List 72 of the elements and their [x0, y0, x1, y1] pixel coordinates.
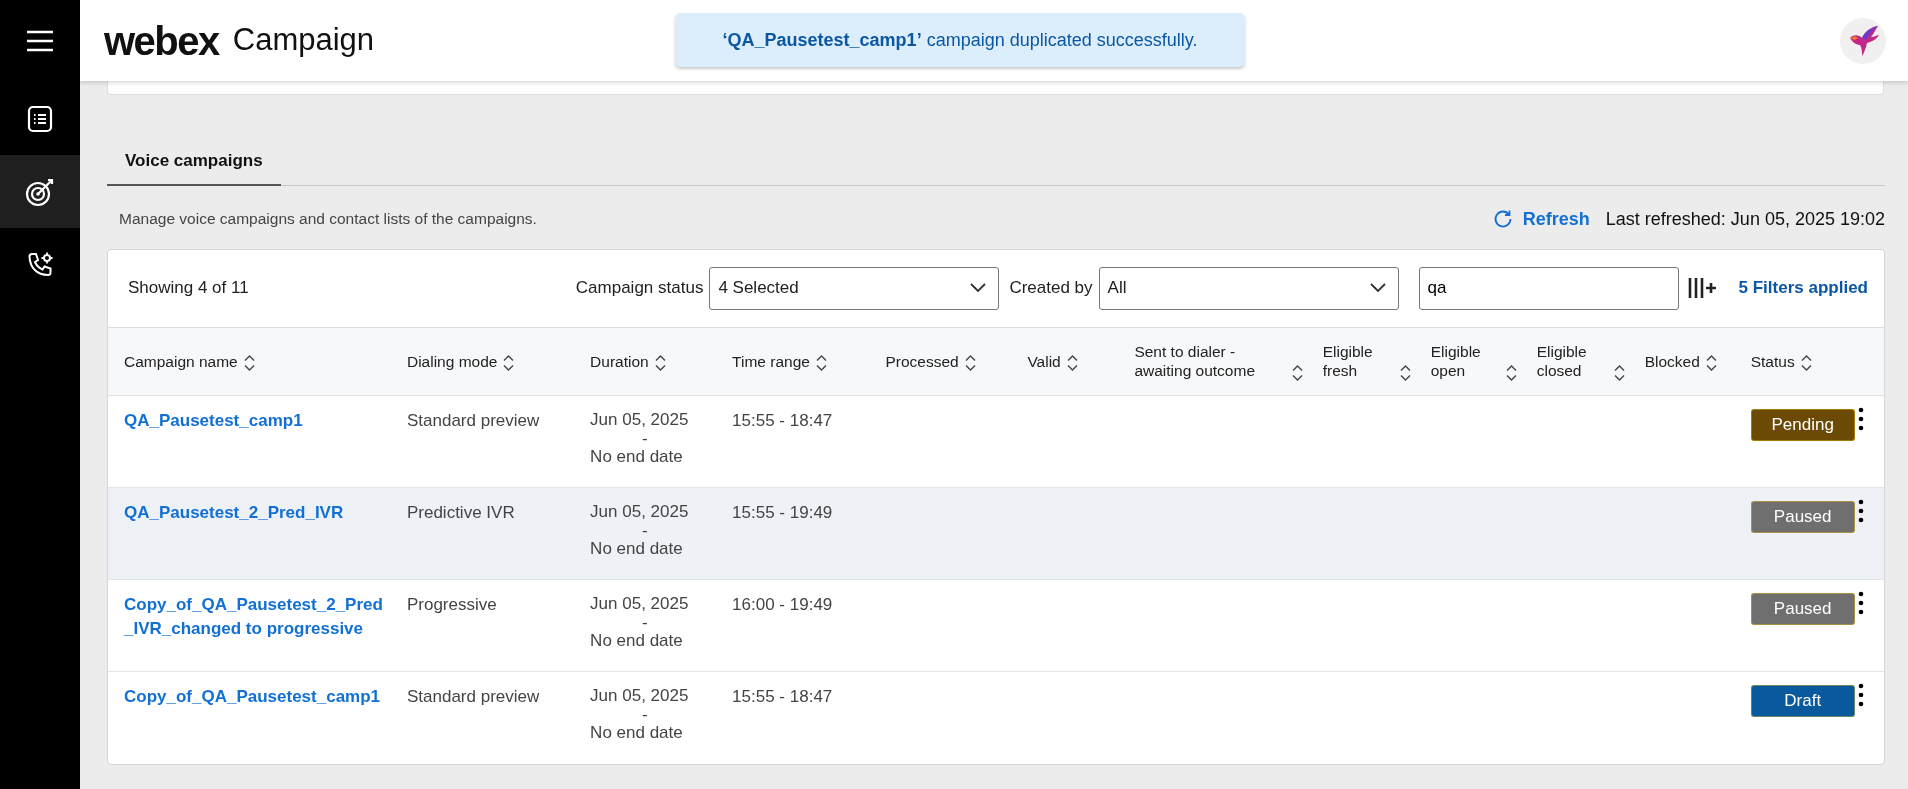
- duration-text: No end date: [590, 538, 683, 561]
- menu-icon: [26, 30, 54, 52]
- created-by-label: Created by: [1009, 277, 1093, 300]
- last-refreshed-text: Last refreshed: Jun 05, 2025 19:02: [1605, 207, 1885, 231]
- column-header[interactable]: Campaign name: [124, 351, 238, 371]
- toast-message: ‘QA_Pausetest_camp1’ campaign duplicated successfully.: [722, 28, 1198, 52]
- refresh-button[interactable]: Refresh: [1492, 205, 1590, 233]
- sort-icon[interactable]: [964, 354, 976, 371]
- table-cell: 15:55 - 18:47: [716, 395, 870, 488]
- duration-text: Jun 05, 2025: [590, 501, 689, 523]
- sort-icon[interactable]: [815, 354, 827, 371]
- status-label: Draft: [1750, 685, 1855, 717]
- table-cell: Standard preview: [390, 395, 575, 488]
- column-header[interactable]: Duration: [590, 351, 649, 371]
- sort-icon[interactable]: [1800, 354, 1812, 371]
- duration-text: -: [641, 707, 648, 723]
- table-cell: 15:55 - 18:47: [716, 671, 870, 764]
- sort-icon[interactable]: [654, 354, 666, 371]
- list-icon: [27, 104, 53, 133]
- sort-icon[interactable]: [1066, 354, 1078, 371]
- duration-text: Jun 05, 2025: [590, 409, 689, 431]
- status-label: Paused: [1750, 593, 1855, 625]
- target-icon: [25, 176, 55, 207]
- status-label: Pending: [1750, 409, 1855, 441]
- phone-gear-icon: [26, 250, 54, 279]
- sort-icon[interactable]: [1399, 364, 1411, 381]
- duration-text: -: [641, 615, 648, 631]
- duration-text: -: [641, 431, 648, 447]
- table-cell: Predictive IVR: [390, 487, 575, 580]
- table-cell: 16:00 - 19:49: [716, 579, 870, 672]
- table-cell: Standard preview: [390, 671, 575, 764]
- duration-text: No end date: [590, 722, 683, 745]
- caret-icon: [970, 283, 987, 293]
- app-title: Campaign: [232, 21, 375, 60]
- description-text: Manage voice campaigns and contact lists of the campaigns.: [119, 209, 537, 230]
- caret-icon: [1369, 283, 1386, 293]
- sort-icon[interactable]: [1291, 364, 1303, 381]
- campaign-name-link[interactable]: QA_Pausetest_2_Pred_IVR: [124, 501, 387, 525]
- campaign-name-link[interactable]: QA_Pausetest_camp1: [124, 409, 387, 433]
- tab[interactable]: Voice campaigns: [107, 140, 281, 186]
- table-cell: 15:55 - 19:49: [716, 487, 870, 580]
- campaign-status-label: Campaign status: [575, 277, 704, 300]
- status-label: Paused: [1750, 501, 1855, 533]
- column-header[interactable]: Dialing mode: [406, 351, 498, 371]
- search-field[interactable]: qa: [1418, 266, 1679, 310]
- duration-text: No end date: [590, 630, 683, 653]
- refresh-icon: [1492, 209, 1513, 229]
- column-add-icon[interactable]: [1686, 276, 1717, 300]
- sort-icon[interactable]: [243, 354, 255, 371]
- logo: webex: [104, 20, 219, 61]
- campaign-name-link[interactable]: Copy_of_QA_Pausetest_camp1: [124, 685, 387, 709]
- duration-text: Jun 05, 2025: [590, 685, 689, 707]
- duration-text: -: [641, 523, 648, 539]
- sort-icon[interactable]: [1505, 364, 1517, 381]
- created-by-dropdown[interactable]: All: [1098, 266, 1399, 310]
- showing-count: Showing 4 of 11: [128, 277, 249, 300]
- sort-icon[interactable]: [1613, 364, 1625, 381]
- table-cell: Progressive: [390, 579, 575, 672]
- duration-text: No end date: [590, 446, 683, 469]
- campaign-name-link[interactable]: Copy_of_QA_Pausetest_2_Pred_IVR_changed to progressive: [124, 593, 387, 641]
- sort-icon[interactable]: [503, 354, 515, 371]
- campaign-status-dropdown[interactable]: 4 Selected: [709, 266, 1000, 310]
- filters-applied-link[interactable]: 5 Filters applied: [1738, 275, 1868, 301]
- sidebar-item[interactable]: [0, 155, 80, 228]
- column-header[interactable]: Status: [1750, 351, 1795, 371]
- column-header[interactable]: Time range: [732, 351, 810, 371]
- column-header[interactable]: Valid: [1027, 351, 1061, 371]
- sort-icon[interactable]: [1705, 354, 1717, 371]
- avatar-icon[interactable]: [1840, 17, 1886, 64]
- duration-text: Jun 05, 2025: [590, 593, 689, 615]
- column-header[interactable]: Blocked: [1644, 351, 1700, 371]
- column-header[interactable]: Processed: [885, 351, 959, 371]
